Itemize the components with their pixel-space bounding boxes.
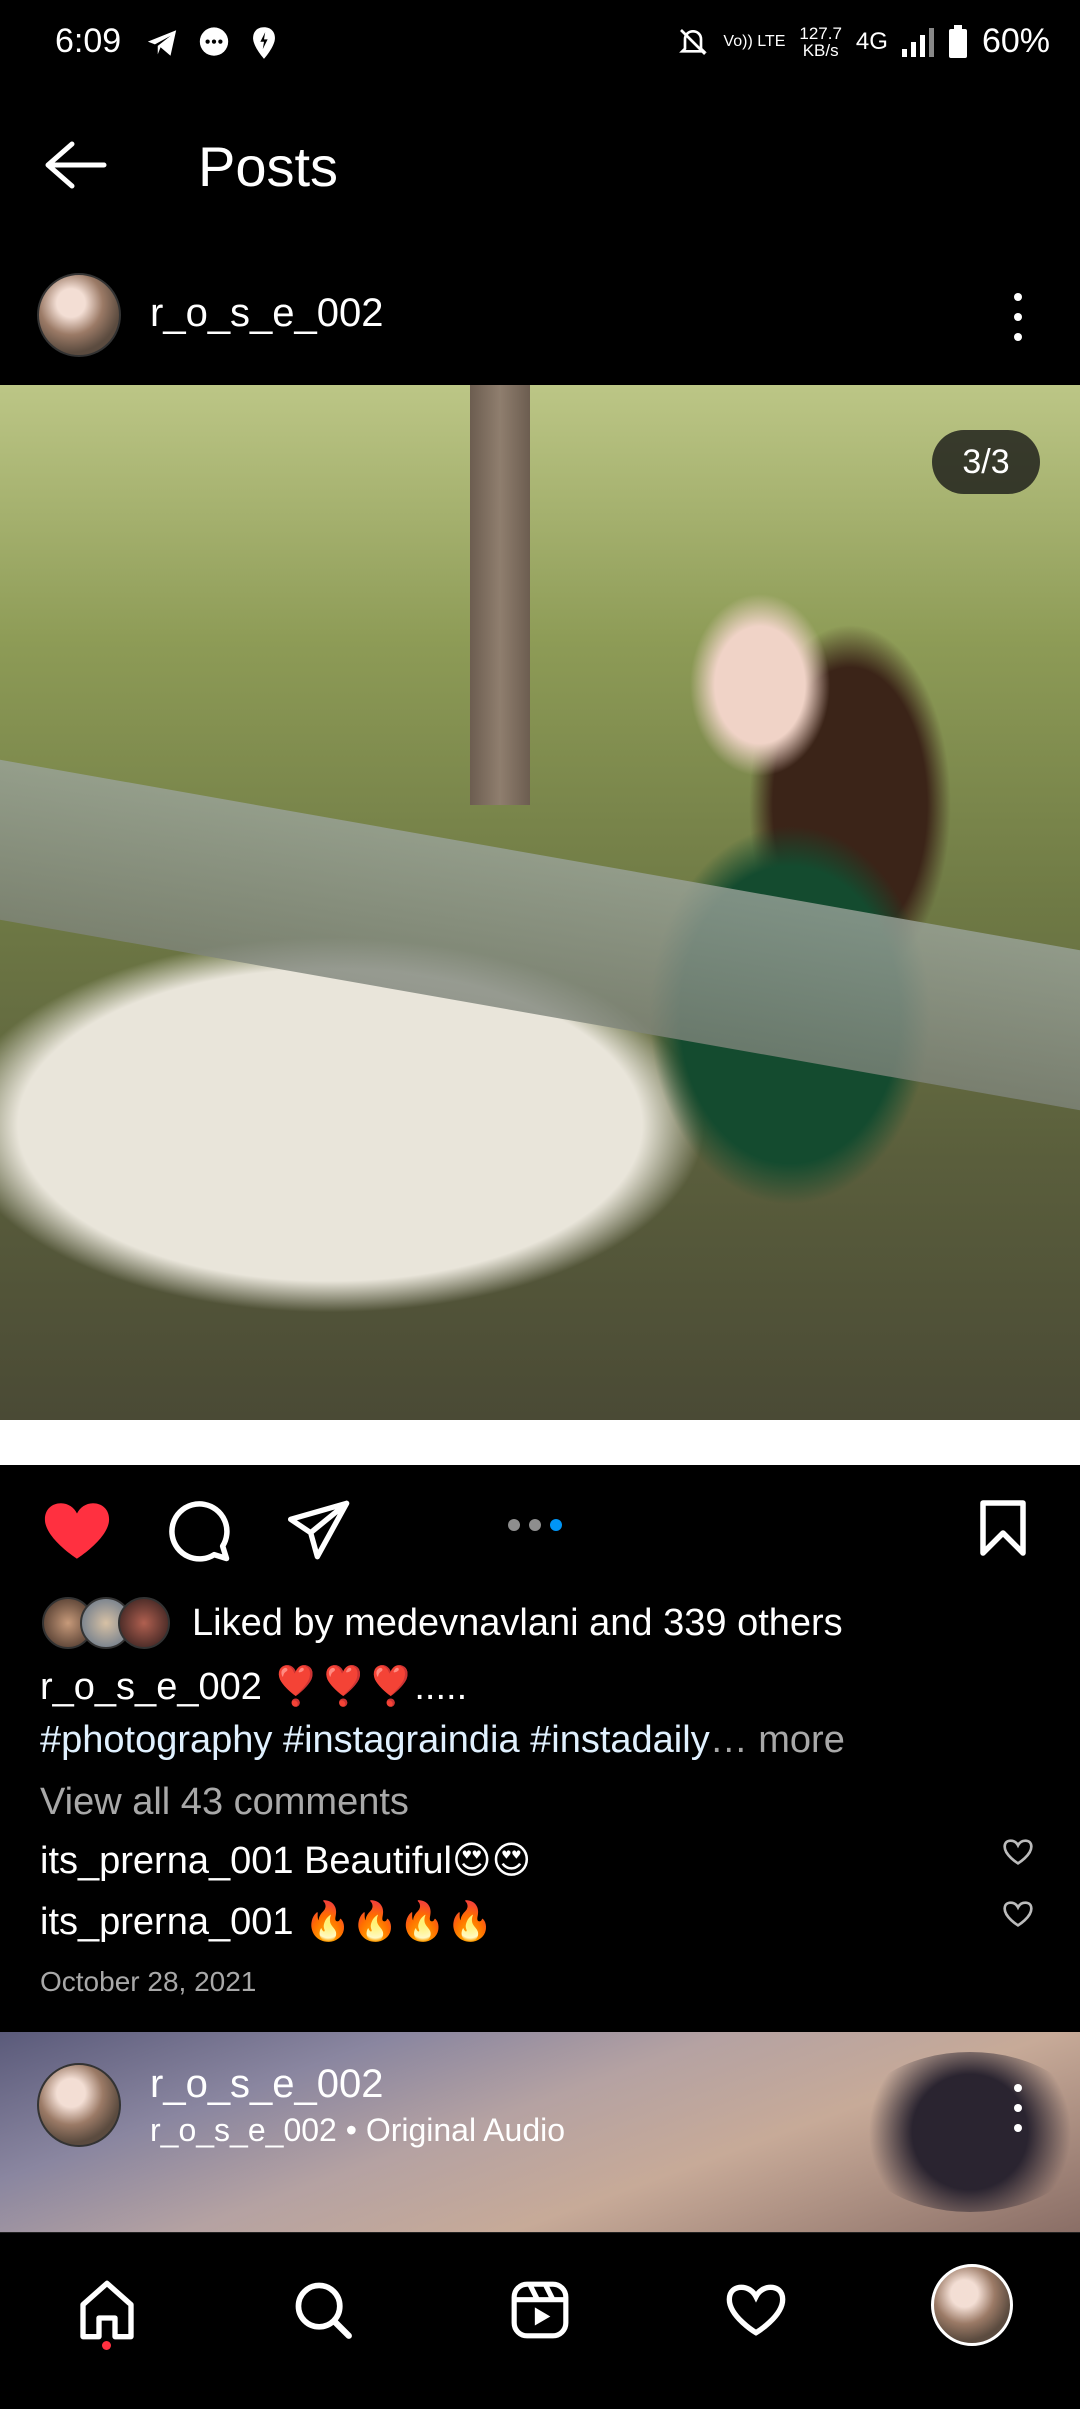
battery-icon [948,24,967,58]
photo-tree-trunk [470,385,530,805]
caption-username[interactable]: r_o_s_e_002 [40,1666,262,1708]
mute-icon [679,28,708,55]
signal-icon [901,27,934,57]
comment-username[interactable]: its_prerna_001 [40,1840,294,1882]
post-actions [0,1490,1080,1570]
comment-text: 🔥🔥🔥🔥 [293,1901,494,1943]
chat-bubble-icon [199,27,229,56]
reels-icon [511,2281,569,2339]
volte-indicator: Vo)) LTE [723,33,786,50]
photo-wall [0,759,1080,1111]
caption-more-link[interactable]: more [748,1719,845,1761]
status-right: Vo)) LTE 127.7 KB/s 4G 60% [677,22,1050,61]
home-icon [80,2280,134,2340]
top-app-bar: Posts [0,110,1080,220]
nav-activity[interactable] [721,2275,791,2345]
comment-icon[interactable] [166,1498,232,1564]
caption-text: ❣️❣️❣️..... [261,1666,468,1708]
bottom-navigation [0,2232,1080,2409]
back-arrow-icon[interactable] [42,140,108,190]
comment-like-icon[interactable] [1002,1838,1034,1866]
more-options-icon[interactable] [1014,2084,1024,2132]
caption-ellipsis: … [709,1719,748,1761]
page-title: Posts [198,135,339,198]
network-type: 4G [855,27,888,55]
avatar [118,1597,170,1649]
likes-user[interactable]: medevnavlani [344,1602,578,1644]
notification-icons [145,26,279,60]
avatar[interactable] [37,273,121,357]
bookmark-icon[interactable] [976,1498,1030,1558]
post-image[interactable] [0,385,1080,1420]
more-options-icon[interactable] [1014,293,1024,341]
nav-profile[interactable] [930,2263,1014,2347]
likes-others[interactable]: 339 others [663,1602,843,1644]
status-bar: 6:09 Vo)) LTE 127.7 KB/s 4G 60% [0,0,1080,90]
share-send-icon[interactable] [288,1500,352,1560]
next-post-username[interactable]: r_o_s_e_002 [150,2062,384,2107]
comment-text: Beautiful😍😍 [293,1840,532,1882]
view-all-comments-link[interactable]: View all 43 comments [40,1781,409,1824]
nav-reels[interactable] [505,2275,575,2345]
likes-text: Liked by medevnavlani and 339 others [192,1602,843,1645]
profile-avatar [931,2264,1013,2346]
carousel-indicator [508,1519,562,1531]
nav-search[interactable] [288,2275,358,2345]
carousel-dot [529,1519,541,1531]
preview-shade [850,2052,1080,2212]
next-post-preview[interactable]: r_o_s_e_002 r_o_s_e_002 • Original Audio [0,2032,1080,2232]
original-audio-link[interactable]: r_o_s_e_002 • Original Audio [150,2112,565,2149]
battery-percent: 60% [981,22,1050,60]
home-active-dot [102,2341,111,2350]
avatar[interactable] [37,2063,121,2147]
image-bottom-strip [0,1420,1080,1465]
image-counter-badge: 3/3 [932,430,1040,494]
caption-hashtags-line: #photography #instagraindia #instadaily…… [40,1719,845,1762]
heart-filled-icon[interactable] [42,1500,112,1562]
post-username[interactable]: r_o_s_e_002 [150,291,384,336]
comment-row: its_prerna_001 Beautiful😍😍 [40,1838,531,1883]
carousel-dot [508,1519,520,1531]
likes-row[interactable]: Liked by medevnavlani and 339 others [42,1597,843,1649]
telegram-icon [147,30,177,56]
likes-middle: and [578,1601,664,1644]
nav-home[interactable] [72,2275,142,2345]
likes-prefix: Liked by [192,1601,345,1644]
location-icon [253,27,275,59]
comment-like-icon[interactable] [1002,1900,1034,1928]
data-speed-value: 127.7 [799,23,842,43]
search-icon [295,2282,352,2339]
carousel-dot-active [550,1519,562,1531]
liker-avatars [42,1597,170,1649]
comment-row: its_prerna_001 🔥🔥🔥🔥 [40,1900,493,1944]
caption-hashtags[interactable]: #photography #instagraindia #instadaily [40,1719,710,1761]
status-time: 6:09 [55,22,122,60]
caption: r_o_s_e_002 ❣️❣️❣️..... [40,1665,467,1709]
post-date: October 28, 2021 [40,1966,257,1997]
comment-username[interactable]: its_prerna_001 [40,1901,294,1943]
data-speed-unit: KB/s [802,40,839,60]
data-speed: 127.7 KB/s [799,25,842,59]
post-header: r_o_s_e_002 [0,265,1080,365]
heart-icon [726,2284,786,2336]
